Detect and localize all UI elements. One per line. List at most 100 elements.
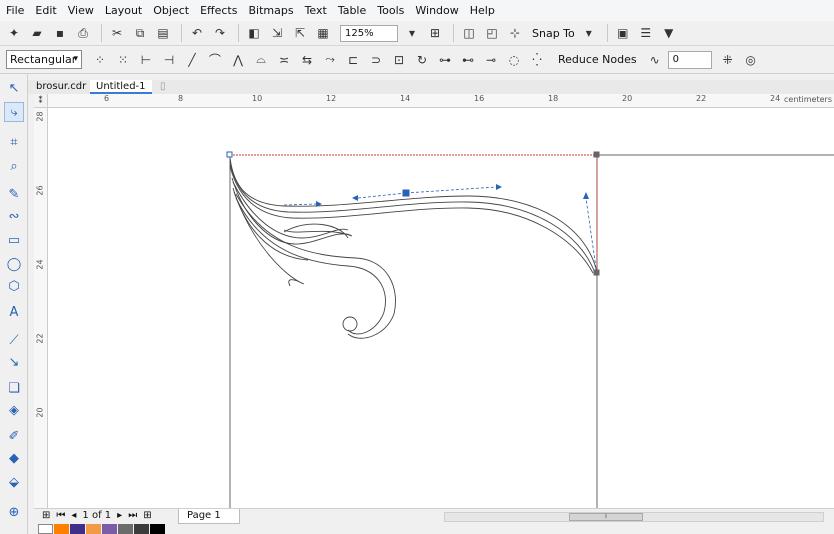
new-tab-icon[interactable]: ▯ [154, 80, 172, 94]
palette-swatch[interactable] [86, 524, 101, 534]
curve-smoothness-input[interactable]: 0 [667, 50, 712, 69]
ornament-curves[interactable] [229, 157, 598, 339]
page-tab[interactable]: Page 1 [178, 509, 240, 524]
extract-subpath-icon[interactable]: ⊏ [343, 50, 363, 70]
convert-to-curve-icon[interactable]: ⌒ [205, 50, 225, 70]
menu-bitmaps[interactable]: Bitmaps [248, 4, 293, 17]
last-page-icon[interactable]: ⏭ [128, 510, 137, 521]
delete-nodes-icon[interactable]: ⁙ [113, 50, 133, 70]
show-grid-icon[interactable]: ◰ [482, 23, 502, 43]
options-icon[interactable]: ☰ [636, 23, 656, 43]
menu-edit[interactable]: Edit [35, 4, 56, 17]
elastic-mode-icon[interactable]: ◌ [504, 50, 524, 70]
next-page-icon[interactable]: ▸ [117, 510, 122, 521]
zoom-level-input[interactable]: 125% [340, 24, 398, 42]
redo-icon[interactable]: ↷ [210, 23, 230, 43]
palette-swatch[interactable] [134, 524, 149, 534]
menu-tools[interactable]: Tools [377, 4, 404, 17]
color-eyedropper-icon[interactable]: ✐ [4, 426, 24, 446]
parallel-dimension-icon[interactable]: ⟋ [4, 330, 24, 350]
palette-swatch[interactable] [38, 524, 53, 534]
first-page-icon[interactable]: ⏮ [56, 510, 65, 521]
add-tool-icon[interactable]: ⊕ [4, 502, 24, 522]
palette-swatch[interactable] [70, 524, 85, 534]
join-nodes-icon[interactable]: ⊢ [136, 50, 156, 70]
paste-icon[interactable]: ▤ [153, 23, 173, 43]
palette-swatch[interactable] [118, 524, 133, 534]
drawing-artwork[interactable] [48, 108, 834, 508]
control-handle-arrow[interactable] [583, 192, 589, 199]
application-launcher-icon[interactable]: ▼ [659, 23, 679, 43]
node-handle[interactable] [593, 269, 600, 276]
drop-shadow-icon[interactable]: ❏ [4, 378, 24, 398]
menu-help[interactable]: Help [470, 4, 495, 17]
boundary-nodes-icon[interactable]: ⁜ [718, 50, 738, 70]
node-options-icon[interactable]: ◎ [741, 50, 761, 70]
rectangle-tool-icon[interactable]: ▭ [4, 230, 24, 250]
doc-tab-untitled[interactable]: Untitled-1 [90, 80, 152, 94]
text-tool-icon[interactable]: A [4, 302, 24, 322]
cut-icon[interactable]: ✂ [107, 23, 127, 43]
show-rulers-icon[interactable]: ◫ [459, 23, 479, 43]
previous-page-icon[interactable]: ◂ [71, 510, 76, 521]
menu-window[interactable]: Window [415, 4, 458, 17]
reverse-direction-icon[interactable]: ⇆ [297, 50, 317, 70]
convert-to-line-icon[interactable]: ╱ [182, 50, 202, 70]
pick-tool-icon[interactable]: ↖ [4, 78, 24, 98]
crop-tool-icon[interactable]: ⌗ [4, 132, 24, 152]
scrollbar-thumb[interactable]: ⁞ [569, 513, 643, 521]
select-all-nodes-icon[interactable]: ⁛ [527, 50, 547, 70]
doc-tab-brosur[interactable]: brosur.cdr [30, 80, 92, 94]
align-nodes-icon[interactable]: ⊶ [435, 50, 455, 70]
smart-fill-icon[interactable]: ⬙ [4, 472, 24, 492]
menu-effects[interactable]: Effects [200, 4, 237, 17]
close-curve-icon[interactable]: ⊃ [366, 50, 386, 70]
control-handle-arrow[interactable] [352, 195, 358, 201]
add-nodes-icon[interactable]: ⁘ [90, 50, 110, 70]
artistic-media-icon[interactable]: ∾ [4, 206, 24, 226]
freehand-tool-icon[interactable]: ✎ [4, 184, 24, 204]
open-folder-icon[interactable]: ▰ [27, 23, 47, 43]
rotate-nodes-icon[interactable]: ↻ [412, 50, 432, 70]
mirror-horizontal-icon[interactable]: ⊷ [458, 50, 478, 70]
selection-mode-select[interactable]: Rectangular ▾ [6, 50, 82, 69]
mirror-vertical-icon[interactable]: ⊸ [481, 50, 501, 70]
add-page-after-icon[interactable]: ⊞ [143, 510, 151, 521]
chevron-down-icon[interactable]: ▾ [579, 23, 599, 43]
show-guidelines-icon[interactable]: ⊹ [505, 23, 525, 43]
symmetrical-node-icon[interactable]: ≍ [274, 50, 294, 70]
reduce-nodes-button[interactable]: Reduce Nodes [558, 53, 637, 66]
menu-text[interactable]: Text [305, 4, 327, 17]
welcome-screen-icon[interactable]: ▣ [613, 23, 633, 43]
extend-curve-icon[interactable]: ⤳ [320, 50, 340, 70]
palette-swatch[interactable] [102, 524, 117, 534]
ruler-origin[interactable]: ⁑ [34, 94, 48, 108]
menu-view[interactable]: View [68, 4, 94, 17]
menu-layout[interactable]: Layout [105, 4, 142, 17]
shape-tool-icon[interactable]: ⤷ [4, 102, 24, 122]
zoom-dropdown-icon[interactable]: ▾ [402, 23, 422, 43]
palette-swatch[interactable] [54, 524, 69, 534]
vertical-ruler[interactable]: 28 26 24 22 20 [34, 108, 48, 508]
polygon-tool-icon[interactable]: ⬡ [4, 276, 24, 296]
connector-tool-icon[interactable]: ↘ [4, 352, 24, 372]
node-handle[interactable] [593, 151, 600, 158]
cusp-node-icon[interactable]: ⋀ [228, 50, 248, 70]
publish-pdf-icon[interactable]: ▦ [313, 23, 333, 43]
horizontal-ruler[interactable]: 6 8 10 12 14 16 18 20 22 24 centimeters [48, 94, 834, 108]
print-icon[interactable]: ⎙ [73, 23, 93, 43]
save-icon[interactable]: ▪ [50, 23, 70, 43]
zoom-tool-icon[interactable]: ⌕ [4, 156, 24, 176]
search-content-icon[interactable]: ◧ [244, 23, 264, 43]
break-curve-icon[interactable]: ⊣ [159, 50, 179, 70]
drawing-canvas[interactable] [48, 108, 834, 508]
copy-icon[interactable]: ⧉ [130, 23, 150, 43]
horizontal-scrollbar[interactable]: ⁞ [444, 512, 824, 522]
new-document-icon[interactable]: ✦ [4, 23, 24, 43]
node-handle[interactable] [226, 151, 233, 158]
menu-file[interactable]: File [6, 4, 24, 17]
interactive-fill-icon[interactable]: ◆ [4, 448, 24, 468]
import-icon[interactable]: ⇲ [267, 23, 287, 43]
smooth-node-icon[interactable]: ⌓ [251, 50, 271, 70]
control-handle-arrow[interactable] [496, 184, 502, 190]
